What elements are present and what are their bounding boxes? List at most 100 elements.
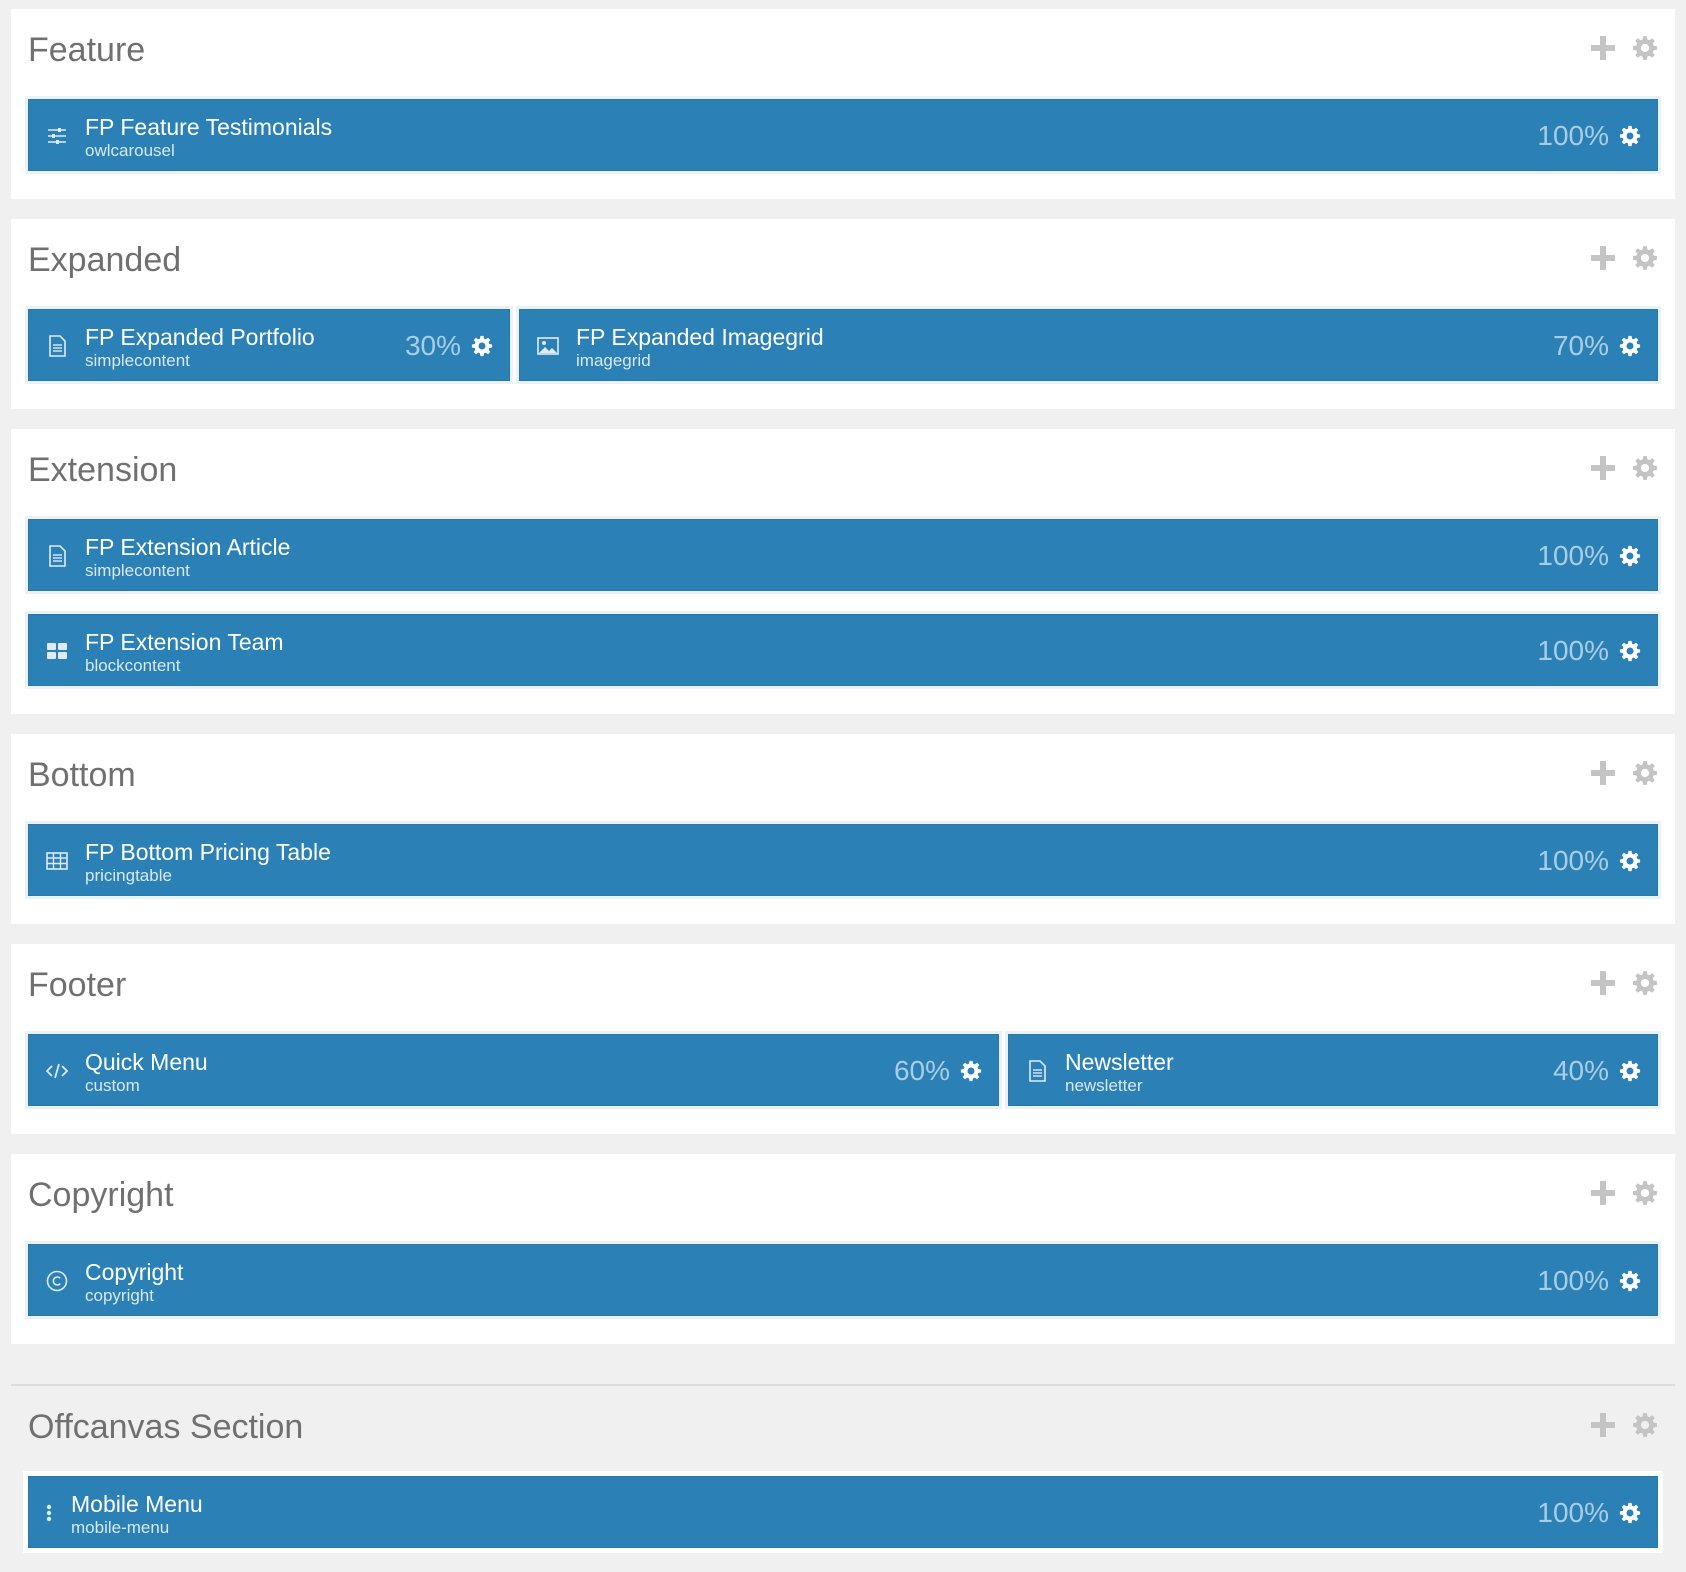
add-module-button[interactable] [1590, 970, 1616, 996]
module-width-percent: 40% [1552, 1055, 1609, 1086]
module-title: FP Expanded Portfolio [85, 324, 315, 350]
module-width-percent: 100% [1537, 845, 1609, 876]
section-feature: Feature FP Feature Testimonials owlcarou… [11, 9, 1675, 199]
gear-icon [1619, 850, 1641, 872]
module-width-percent: 100% [1537, 635, 1609, 666]
section-settings-button[interactable] [1632, 455, 1658, 481]
plus-icon [1591, 1413, 1615, 1437]
add-module-button[interactable] [1590, 760, 1616, 786]
module-copyright[interactable]: Copyright copyright 100% [28, 1244, 1658, 1316]
module-fp-expanded-imagegrid[interactable]: FP Expanded Imagegrid imagegrid 70% [519, 309, 1658, 381]
gear-icon [1619, 1060, 1641, 1082]
add-module-button[interactable] [1590, 1180, 1616, 1206]
module-title: FP Bottom Pricing Table [85, 839, 331, 865]
module-width-percent: 100% [1537, 120, 1609, 151]
module-settings-button[interactable] [1619, 1502, 1641, 1524]
module-fp-extension-article[interactable]: FP Extension Article simplecontent 100% [28, 519, 1658, 591]
add-module-button[interactable] [1590, 245, 1616, 271]
section-settings-button[interactable] [1632, 245, 1658, 271]
section-title: Offcanvas Section [28, 1408, 304, 1446]
section-actions [1590, 35, 1658, 61]
gear-icon [1619, 1502, 1641, 1524]
gear-icon [1619, 335, 1641, 357]
module-title: FP Extension Team [85, 629, 284, 655]
add-module-button[interactable] [1590, 455, 1616, 481]
section-title: Bottom [28, 756, 136, 794]
module-settings-button[interactable] [960, 1060, 982, 1082]
grid-icon [45, 639, 69, 663]
plus-icon [1591, 246, 1615, 270]
module-quick-menu[interactable]: Quick Menu custom 60% [28, 1034, 999, 1106]
module-title: FP Expanded Imagegrid [576, 324, 824, 350]
add-module-button[interactable] [1590, 1412, 1616, 1438]
gear-icon [1633, 246, 1657, 270]
module-width-percent: 100% [1537, 1265, 1609, 1296]
module-mobile-menu[interactable]: Mobile Menu mobile-menu 100% [28, 1476, 1658, 1548]
module-title: Quick Menu [85, 1049, 208, 1075]
module-title: Copyright [85, 1259, 184, 1285]
gear-icon [1619, 640, 1641, 662]
section-settings-button[interactable] [1632, 1180, 1658, 1206]
module-settings-button[interactable] [1619, 640, 1641, 662]
module-type: newsletter [1065, 1076, 1143, 1095]
add-module-button[interactable] [1590, 35, 1616, 61]
module-type: owlcarousel [85, 141, 175, 160]
gear-icon [1633, 971, 1657, 995]
plus-icon [1591, 971, 1615, 995]
gear-icon [1633, 761, 1657, 785]
plus-icon [1591, 36, 1615, 60]
module-type: simplecontent [85, 561, 190, 580]
section-extension: Extension FP Extension Article simplecon… [11, 429, 1675, 714]
module-settings-button[interactable] [1619, 545, 1641, 567]
module-fp-feature-testimonials[interactable]: FP Feature Testimonials owlcarousel 100% [28, 99, 1658, 171]
section-title: Copyright [28, 1176, 174, 1214]
module-type: pricingtable [85, 866, 172, 885]
document-icon [1025, 1059, 1049, 1083]
module-width-percent: 30% [404, 330, 461, 361]
module-width-percent: 70% [1552, 330, 1609, 361]
table-icon [45, 849, 69, 873]
module-width-percent: 100% [1537, 1497, 1609, 1528]
copyright-icon [45, 1269, 69, 1293]
code-icon [45, 1059, 69, 1083]
plus-icon [1591, 456, 1615, 480]
module-title: Newsletter [1065, 1049, 1174, 1075]
section-actions [1590, 1412, 1658, 1438]
module-settings-button[interactable] [1619, 125, 1641, 147]
module-newsletter[interactable]: Newsletter newsletter 40% [1008, 1034, 1658, 1106]
plus-icon [1591, 761, 1615, 785]
plus-icon [1591, 1181, 1615, 1205]
section-settings-button[interactable] [1632, 1412, 1658, 1438]
module-fp-bottom-pricing-table[interactable]: FP Bottom Pricing Table pricingtable 100… [28, 824, 1658, 896]
gear-icon [1619, 125, 1641, 147]
module-type: copyright [85, 1286, 154, 1305]
module-width-percent: 60% [893, 1055, 950, 1086]
gear-icon [1633, 1413, 1657, 1437]
section-title: Expanded [28, 241, 182, 279]
module-settings-button[interactable] [1619, 1060, 1641, 1082]
module-type: custom [85, 1076, 140, 1095]
section-bottom: Bottom FP Bottom Pricing Table pricingta… [11, 734, 1675, 924]
section-actions [1590, 1180, 1658, 1206]
gear-icon [1633, 1181, 1657, 1205]
module-type: mobile-menu [71, 1518, 170, 1537]
module-settings-button[interactable] [1619, 1270, 1641, 1292]
module-title: FP Feature Testimonials [85, 114, 333, 140]
module-settings-button[interactable] [1619, 335, 1641, 357]
section-title: Feature [28, 31, 146, 69]
module-type: imagegrid [576, 351, 651, 370]
module-type: simplecontent [85, 351, 190, 370]
module-settings-button[interactable] [471, 335, 493, 357]
module-type: blockcontent [85, 656, 181, 675]
gear-icon [1619, 545, 1641, 567]
section-settings-button[interactable] [1632, 35, 1658, 61]
section-settings-button[interactable] [1632, 970, 1658, 996]
module-settings-button[interactable] [1619, 850, 1641, 872]
module-title: Mobile Menu [71, 1491, 203, 1517]
module-width-percent: 100% [1537, 540, 1609, 571]
section-offcanvas: Offcanvas Section Mobile Menu mobile-men… [11, 1384, 1675, 1572]
module-fp-extension-team[interactable]: FP Extension Team blockcontent 100% [28, 614, 1658, 686]
section-settings-button[interactable] [1632, 760, 1658, 786]
gear-icon [960, 1060, 982, 1082]
module-fp-expanded-portfolio[interactable]: FP Expanded Portfolio simplecontent 30% [28, 309, 510, 381]
